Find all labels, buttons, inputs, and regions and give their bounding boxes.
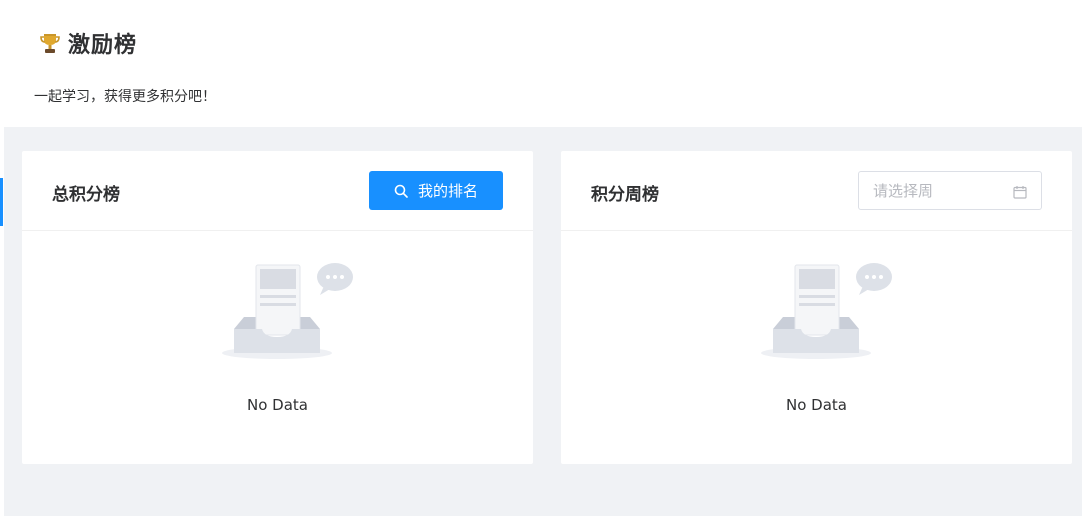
page-title: 激励榜 [68, 33, 138, 58]
page-header: 激励榜 一起学习，获得更多积分吧！ [4, 0, 1082, 127]
total-points-empty-text: No Data [247, 396, 308, 414]
side-accent-bar [0, 178, 3, 226]
empty-inbox-icon [222, 259, 354, 363]
week-picker-input[interactable] [873, 181, 1003, 200]
total-points-card: 总积分榜 我的排名 No Data [22, 151, 533, 464]
calendar-icon[interactable] [1013, 184, 1027, 199]
total-points-empty-state: No Data [22, 231, 533, 464]
weekly-points-card: 积分周榜 请选择周 No Data [561, 151, 1072, 464]
page-subtitle: 一起学习，获得更多积分吧！ [34, 89, 216, 105]
my-rank-button-label: 我的排名 [417, 182, 478, 200]
total-points-card-header: 总积分榜 我的排名 [22, 151, 533, 231]
my-rank-button[interactable]: 我的排名 [369, 171, 503, 210]
weekly-points-empty-text: No Data [786, 396, 847, 414]
title-row: 激励榜 [38, 28, 137, 58]
weekly-points-card-header: 积分周榜 [561, 151, 1072, 231]
trophy-icon [38, 31, 62, 55]
weekly-points-title: 积分周榜 [591, 185, 659, 205]
search-icon [394, 184, 408, 198]
week-picker[interactable] [858, 171, 1042, 210]
weekly-points-empty-state: No Data [561, 231, 1072, 464]
empty-inbox-icon [761, 259, 893, 363]
total-points-title: 总积分榜 [52, 185, 120, 205]
